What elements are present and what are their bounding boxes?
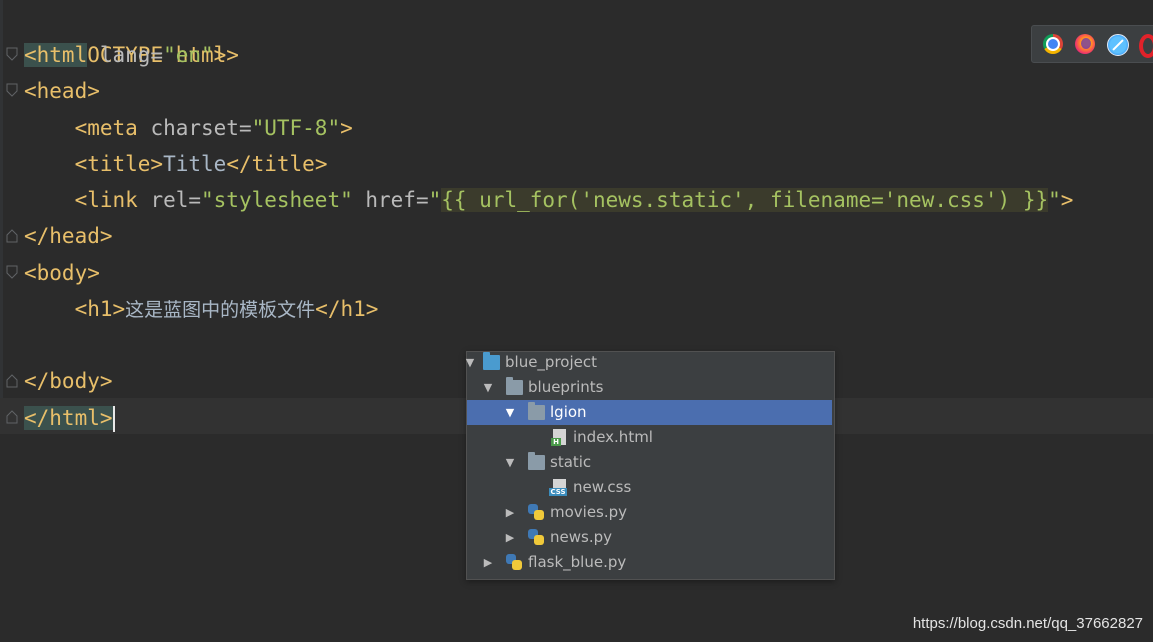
safari-icon[interactable] — [1107, 34, 1129, 56]
collapse-arrow-icon[interactable]: ▶ — [503, 525, 517, 550]
tree-item-blue-project[interactable]: ▼ blue_project — [466, 350, 832, 375]
tree-item-label: news.py — [550, 528, 612, 546]
jinja-template-expression: {{ url_for('news.static', filename='new.… — [441, 188, 1049, 212]
tree-item-label: lgion — [550, 403, 587, 421]
href-attribute: href= — [352, 188, 429, 212]
tree-item-blueprints[interactable]: ▼ blueprints — [467, 375, 832, 400]
charset-value: "UTF-8" — [251, 116, 341, 140]
tree-item-new-css[interactable]: new.css — [467, 475, 832, 500]
python-file-icon — [528, 504, 544, 520]
code-line-4[interactable]: <meta charset="UTF-8"> — [24, 110, 353, 146]
href-quote-close: " — [1048, 188, 1061, 212]
expand-arrow-icon[interactable]: ▼ — [503, 450, 517, 475]
body-close-tag: </body> — [24, 369, 113, 393]
folder-icon — [483, 352, 500, 370]
code-line-3[interactable]: <head> — [24, 73, 100, 109]
browser-preview-bar — [1031, 25, 1153, 63]
code-line-1[interactable]: <!DOCTYPE html> — [24, 1, 239, 67]
firefox-icon[interactable] — [1075, 34, 1095, 54]
editor-gutter — [0, 0, 3, 434]
tree-item-news-py[interactable]: ▶ news.py — [467, 525, 832, 550]
expand-arrow-icon[interactable]: ▼ — [481, 375, 495, 400]
collapse-arrow-icon[interactable]: ▶ — [481, 550, 495, 575]
tree-item-label: blueprints — [528, 378, 604, 396]
html-open-tag: <html — [24, 43, 88, 67]
expand-arrow-icon[interactable]: ▼ — [503, 400, 517, 425]
href-quote-open: " — [428, 188, 442, 212]
python-file-icon — [528, 529, 544, 545]
tree-item-lgion[interactable]: ▼ lgion — [467, 400, 832, 425]
body-open-tag: <body> — [24, 261, 100, 285]
head-close-tag: </head> — [24, 224, 113, 248]
link-tag: <link — [74, 188, 138, 212]
charset-attribute: charset= — [137, 116, 252, 140]
project-tree-popup: ▼ blue_project ▼ blueprints ▼ lgion inde… — [466, 351, 835, 580]
h1-open-tag: <h1> — [74, 297, 126, 321]
lang-value: "en" — [163, 43, 214, 67]
rel-value: "stylesheet" — [201, 188, 353, 212]
title-open-tag: <title> — [74, 152, 164, 176]
code-line-2[interactable]: <html lang="en"> — [24, 37, 226, 73]
rel-attribute: rel= — [137, 188, 202, 212]
folder-icon — [528, 402, 545, 420]
title-close-tag: </title> — [226, 152, 328, 176]
tree-item-label: static — [550, 453, 592, 471]
code-line-5[interactable]: <title>Title</title> — [24, 146, 328, 182]
tree-item-label: movies.py — [550, 503, 628, 521]
html-close-tag: </html> — [24, 406, 113, 430]
text-cursor — [112, 406, 115, 432]
meta-tag: <meta — [74, 116, 138, 140]
fold-end-marker-html[interactable] — [6, 410, 18, 424]
h1-close-tag: </h1> — [315, 297, 379, 321]
code-line-12[interactable]: </html> — [24, 400, 115, 436]
tree-item-movies-py[interactable]: ▶ movies.py — [467, 500, 832, 525]
fold-marker-html[interactable] — [6, 47, 18, 61]
fold-end-marker-body[interactable] — [6, 374, 18, 388]
fold-end-marker-head[interactable] — [6, 229, 18, 243]
collapse-arrow-icon[interactable]: ▶ — [503, 500, 517, 525]
html-open-tag-close: > — [213, 43, 227, 67]
tree-item-label: index.html — [573, 428, 653, 446]
code-line-8[interactable]: <body> — [24, 255, 100, 291]
tree-item-label: blue_project — [505, 353, 597, 371]
fold-marker-head[interactable] — [6, 83, 18, 97]
link-tag-close: > — [1060, 188, 1074, 212]
head-open-tag: <head> — [24, 79, 100, 103]
title-text: Title — [163, 152, 227, 176]
tree-item-static[interactable]: ▼ static — [467, 450, 832, 475]
tree-item-label: new.css — [573, 478, 632, 496]
tree-item-index-html[interactable]: index.html — [467, 425, 832, 450]
opera-icon[interactable] — [1139, 34, 1153, 58]
expand-arrow-icon[interactable]: ▼ — [463, 350, 477, 375]
chrome-icon[interactable] — [1043, 34, 1063, 54]
lang-attribute: lang= — [87, 43, 164, 67]
folder-icon — [528, 452, 545, 470]
css-file-icon — [549, 479, 567, 496]
python-file-icon — [506, 554, 522, 570]
code-line-11[interactable]: </body> — [24, 363, 113, 399]
html-file-icon — [551, 429, 566, 446]
watermark-url: https://blog.csdn.net/qq_37662827 — [912, 615, 1143, 632]
meta-tag-close: > — [340, 116, 353, 140]
code-line-9[interactable]: <h1>这是蓝图中的模板文件</h1> — [24, 291, 379, 327]
folder-icon — [506, 377, 523, 395]
code-line-6[interactable]: <link rel="stylesheet" href="{{ url_for(… — [24, 182, 1073, 218]
tree-item-flask-blue-py[interactable]: ▶ flask_blue.py — [467, 550, 832, 575]
fold-marker-body[interactable] — [6, 265, 18, 279]
h1-text: 这是蓝图中的模板文件 — [125, 299, 316, 321]
tree-item-label: flask_blue.py — [528, 553, 627, 571]
code-line-7[interactable]: </head> — [24, 218, 113, 254]
